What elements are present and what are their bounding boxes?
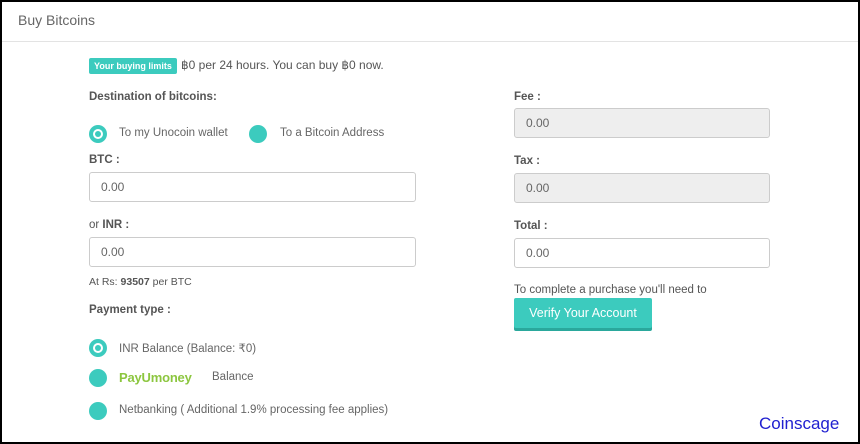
payment-payumoney-label[interactable]: Balance xyxy=(212,371,254,383)
fee-label: Fee : xyxy=(514,91,541,103)
verify-account-button[interactable]: Verify Your Account xyxy=(514,298,652,328)
btc-amount-input[interactable]: 0.00 xyxy=(89,172,416,202)
inr-amount-value: 0.00 xyxy=(101,245,125,259)
inr-amount-input[interactable]: 0.00 xyxy=(89,237,416,267)
payment-inr-balance-label[interactable]: INR Balance (Balance: ₹0) xyxy=(119,341,256,355)
buying-limits-badge: Your buying limits xyxy=(89,58,177,74)
payment-payumoney-radio[interactable] xyxy=(89,369,107,387)
inr-label-prefix: or xyxy=(89,219,103,231)
fee-field: 0.00 xyxy=(514,108,770,138)
buy-bitcoins-panel: Buy Bitcoins Your buying limits ฿0 per 2… xyxy=(0,0,860,444)
payment-inr-balance-radio[interactable] xyxy=(89,339,107,357)
rate-value: 93507 xyxy=(120,276,150,288)
total-value: 0.00 xyxy=(526,246,550,260)
inr-label: or INR : xyxy=(89,219,129,231)
payment-netbanking-radio[interactable] xyxy=(89,402,107,420)
destination-label: Destination of bitcoins: xyxy=(89,91,217,103)
rate-prefix: At Rs: xyxy=(89,276,121,288)
destination-address-label[interactable]: To a Bitcoin Address xyxy=(280,127,384,139)
buying-limits-text: ฿0 per 24 hours. You can buy ฿0 now. xyxy=(181,58,384,72)
purchase-note: To complete a purchase you'll need to xyxy=(514,284,707,296)
payment-type-label: Payment type : xyxy=(89,304,171,316)
rate-suffix: per BTC xyxy=(149,276,192,288)
payment-netbanking-label[interactable]: Netbanking ( Additional 1.9% processing … xyxy=(119,404,388,416)
btc-amount-value: 0.00 xyxy=(101,180,125,194)
destination-address-radio[interactable] xyxy=(249,125,267,143)
inr-label-text: INR : xyxy=(102,219,130,231)
total-field: 0.00 xyxy=(514,238,770,268)
destination-wallet-radio[interactable] xyxy=(89,125,107,143)
panel-header: Buy Bitcoins xyxy=(2,2,858,42)
payumoney-logo[interactable]: PayUmoney xyxy=(119,370,192,385)
tax-value: 0.00 xyxy=(526,181,550,195)
total-label: Total : xyxy=(514,220,548,232)
destination-wallet-label[interactable]: To my Unocoin wallet xyxy=(119,127,228,139)
fee-value: 0.00 xyxy=(526,116,550,130)
tax-label: Tax : xyxy=(514,155,540,167)
btc-label: BTC : xyxy=(89,154,120,166)
tax-field: 0.00 xyxy=(514,173,770,203)
page-title: Buy Bitcoins xyxy=(18,12,96,28)
btc-rate-text: At Rs: 93507 per BTC xyxy=(89,276,192,288)
coinscage-watermark: Coinscage xyxy=(759,414,840,433)
